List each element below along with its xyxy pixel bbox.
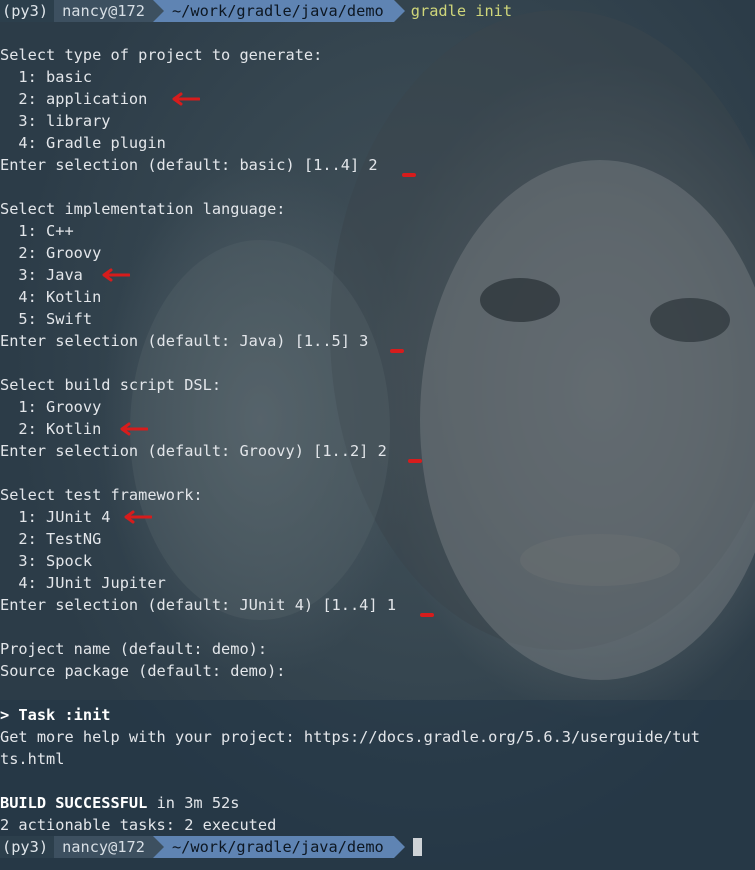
- project-type-prompt: Enter selection (default: basic) [1..4] …: [0, 154, 755, 177]
- build-time: in 3m 52s: [147, 794, 240, 812]
- language-option: 3: Java: [0, 264, 755, 286]
- project-type-option: 2: application: [0, 88, 755, 110]
- shell-prompt-current: (py3) nancy@172 ~/work/gradle/java/demo: [0, 836, 755, 858]
- prompt-venv: (py3): [0, 836, 55, 858]
- language-answer: 3: [359, 332, 369, 350]
- language-option: 1: C++: [18, 222, 74, 240]
- project-type-option: 1: basic: [18, 68, 93, 86]
- dsl-prompt: Enter selection (default: Groovy) [1..2]…: [0, 440, 755, 463]
- dsl-option: 2: Kotlin: [0, 418, 755, 440]
- project-type-answer: 2: [368, 156, 378, 174]
- language-header: Select implementation language:: [0, 200, 286, 218]
- language-option: 5: Swift: [18, 310, 93, 328]
- test-framework-prompt: Enter selection (default: JUnit 4) [1..4…: [0, 594, 755, 617]
- prompt-path: ~/work/gradle/java/demo: [163, 0, 394, 22]
- prompt-separator-icon: [393, 0, 405, 22]
- test-framework-option: 3: Spock: [18, 552, 93, 570]
- terminal-output: (py3) nancy@172 ~/work/gradle/java/demo …: [0, 0, 755, 858]
- test-framework-answer: 1: [386, 596, 397, 614]
- project-name-prompt: Project name (default: demo):: [0, 640, 268, 658]
- help-message: Get more help with your project: https:/…: [0, 728, 700, 746]
- test-framework-option: 1: JUnit 4: [0, 506, 755, 528]
- build-status: BUILD SUCCESSFUL in 3m 52s: [0, 792, 755, 814]
- test-framework-option: 4: JUnit Jupiter: [18, 574, 166, 592]
- help-message-wrap: ts.html: [0, 750, 65, 768]
- prompt-host: nancy@172: [54, 0, 153, 22]
- language-option: 2: Groovy: [18, 244, 102, 262]
- prompt-command: gradle init: [410, 2, 513, 20]
- tasks-summary: 2 actionable tasks: 2 executed: [0, 816, 277, 834]
- red-arrow-icon: [124, 510, 152, 524]
- prompt-host: nancy@172: [54, 836, 153, 858]
- test-framework-header: Select test framework:: [0, 486, 203, 504]
- dsl-option: 1: Groovy: [18, 398, 102, 416]
- dsl-answer: 2: [377, 442, 387, 460]
- prompt-separator-icon: [152, 836, 164, 858]
- project-type-option: 3: library: [18, 112, 111, 130]
- red-arrow-icon: [102, 268, 130, 282]
- dsl-header: Select build script DSL:: [0, 376, 222, 394]
- prompt-venv: (py3): [0, 0, 55, 22]
- test-framework-option: 2: TestNG: [18, 530, 102, 548]
- task-label: > Task :init: [0, 706, 111, 724]
- red-arrow-icon: [172, 92, 200, 106]
- language-prompt: Enter selection (default: Java) [1..5] 3: [0, 330, 755, 353]
- language-option: 4: Kotlin: [18, 288, 102, 306]
- project-type-header: Select type of project to generate:: [0, 46, 323, 64]
- prompt-path: ~/work/gradle/java/demo: [163, 836, 394, 858]
- build-status-label: BUILD SUCCESSFUL: [0, 794, 148, 812]
- prompt-separator-icon: [152, 0, 164, 22]
- red-arrow-icon: [120, 422, 148, 436]
- text-cursor[interactable]: [412, 838, 422, 856]
- source-package-prompt: Source package (default: demo):: [0, 662, 286, 680]
- prompt-separator-icon: [393, 836, 405, 858]
- shell-prompt: (py3) nancy@172 ~/work/gradle/java/demo …: [0, 0, 755, 22]
- project-type-option: 4: Gradle plugin: [18, 134, 166, 152]
